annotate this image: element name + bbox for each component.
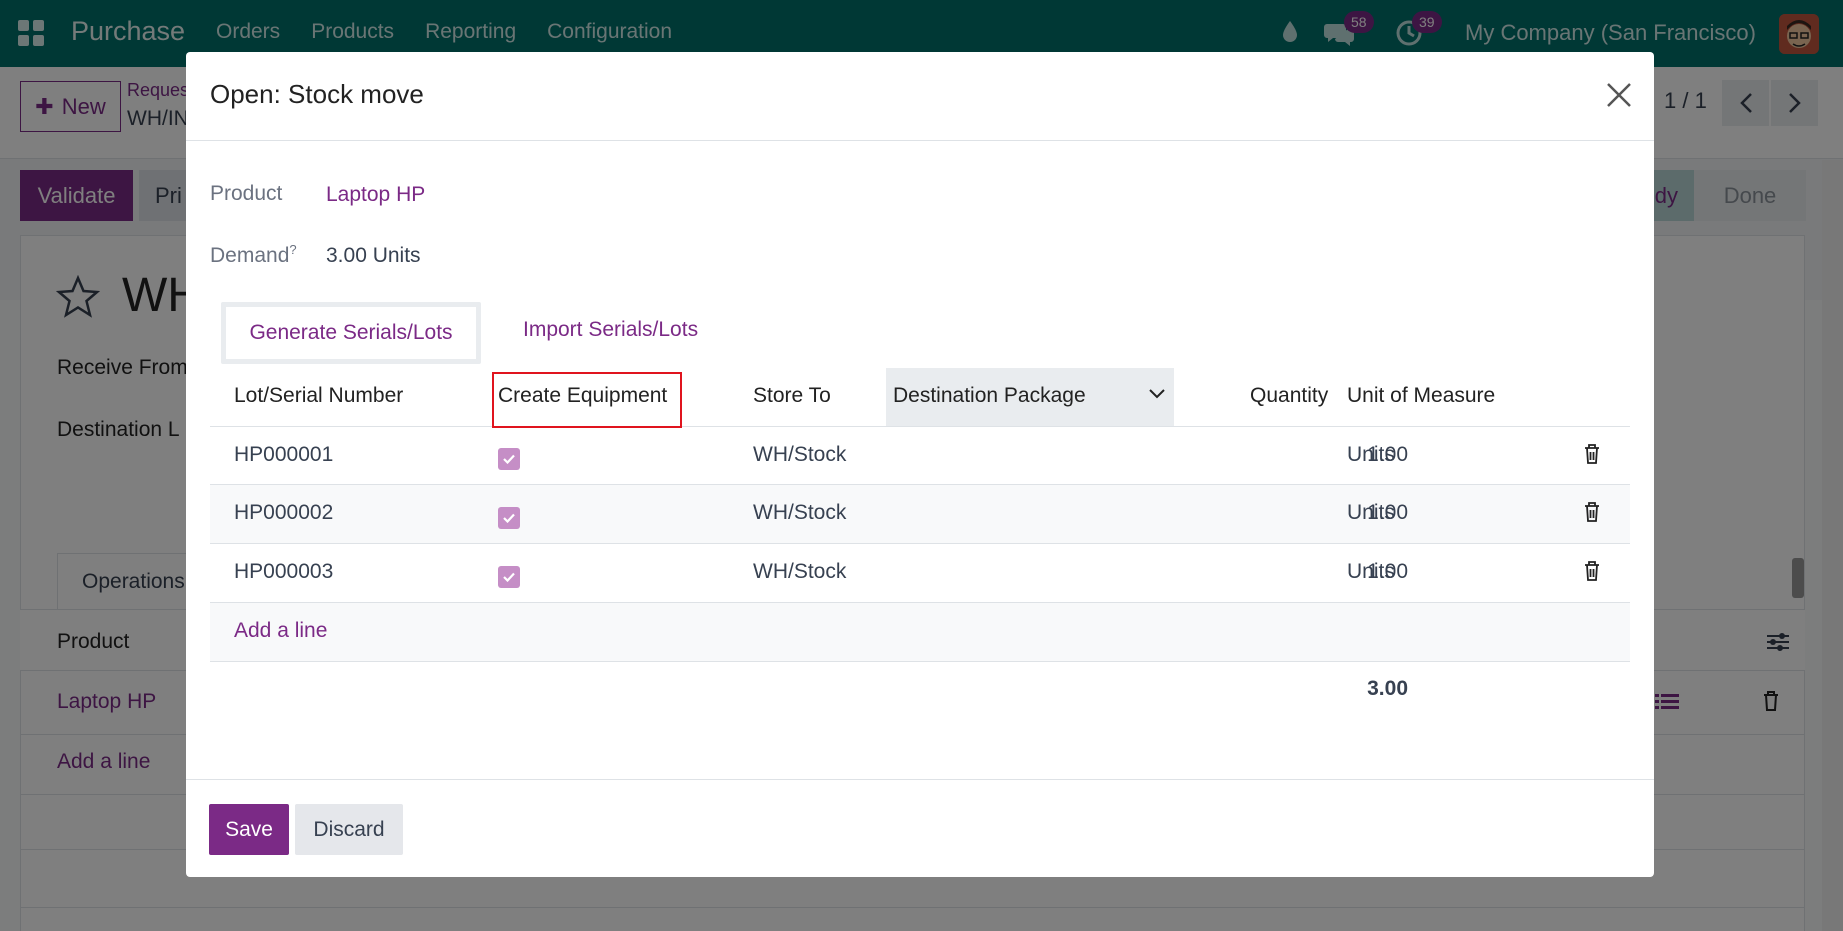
help-tooltip-icon[interactable]: ? bbox=[289, 242, 296, 257]
demand-label: Demand? bbox=[210, 242, 297, 267]
row-uom[interactable]: Units bbox=[1347, 501, 1395, 525]
demand-value: 3.00 Units bbox=[326, 244, 421, 267]
trash-icon[interactable] bbox=[1584, 502, 1600, 522]
trash-icon[interactable] bbox=[1584, 444, 1600, 464]
dialog-footer-divider bbox=[186, 779, 1654, 780]
row-lot[interactable]: HP000002 bbox=[234, 501, 333, 525]
row-divider bbox=[210, 661, 1630, 662]
row-lot[interactable]: HP000001 bbox=[234, 443, 333, 467]
product-value-link[interactable]: Laptop HP bbox=[326, 183, 425, 207]
check-icon bbox=[503, 454, 515, 464]
create-equipment-checkbox[interactable] bbox=[498, 448, 520, 470]
import-serials-button[interactable]: Import Serials/Lots bbox=[523, 318, 698, 342]
chevron-down-icon[interactable] bbox=[1149, 389, 1165, 399]
generate-serials-button[interactable]: Generate Serials/Lots bbox=[221, 302, 481, 364]
check-icon bbox=[503, 513, 515, 523]
row-uom[interactable]: Units bbox=[1347, 443, 1395, 467]
col-unit-of-measure[interactable]: Unit of Measure bbox=[1347, 384, 1495, 408]
col-lot-serial[interactable]: Lot/Serial Number bbox=[234, 384, 403, 408]
check-icon bbox=[503, 572, 515, 582]
row-store-to[interactable]: WH/Stock bbox=[753, 560, 846, 584]
col-store-to[interactable]: Store To bbox=[753, 384, 831, 408]
discard-button[interactable]: Discard bbox=[295, 804, 403, 855]
close-icon[interactable] bbox=[1606, 82, 1632, 108]
row-store-to[interactable]: WH/Stock bbox=[753, 501, 846, 525]
total-quantity: 3.00 bbox=[1367, 677, 1408, 700]
dialog-header: Open: Stock move bbox=[186, 52, 1654, 141]
create-equipment-highlight bbox=[492, 372, 682, 428]
add-line-row bbox=[210, 603, 1630, 661]
stock-move-dialog: Open: Stock move Product Laptop HP Deman… bbox=[186, 52, 1654, 877]
create-equipment-checkbox[interactable] bbox=[498, 507, 520, 529]
row-lot[interactable]: HP000003 bbox=[234, 560, 333, 584]
row-store-to[interactable]: WH/Stock bbox=[753, 443, 846, 467]
table-row-hover bbox=[210, 485, 1630, 543]
row-divider bbox=[210, 543, 1630, 544]
add-line-link[interactable]: Add a line bbox=[234, 619, 327, 643]
save-button[interactable]: Save bbox=[209, 804, 289, 855]
row-uom[interactable]: Units bbox=[1347, 560, 1395, 584]
trash-icon[interactable] bbox=[1584, 561, 1600, 581]
col-quantity[interactable]: Quantity bbox=[1250, 384, 1328, 408]
move-lines-header bbox=[210, 426, 1630, 427]
create-equipment-checkbox[interactable] bbox=[498, 566, 520, 588]
generate-serials-label: Generate Serials/Lots bbox=[226, 307, 476, 359]
product-label: Product bbox=[210, 182, 283, 205]
dialog-title: Open: Stock move bbox=[210, 79, 424, 109]
col-destination-package[interactable]: Destination Package bbox=[886, 368, 1174, 426]
